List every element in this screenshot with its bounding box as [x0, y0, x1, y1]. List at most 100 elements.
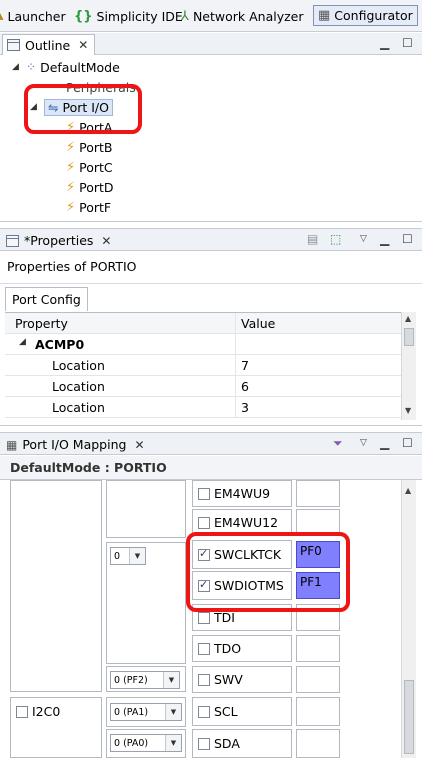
tree-item-label: PortB [79, 139, 113, 155]
properties-header: Properties of PORTIO [7, 259, 137, 274]
simplicity-ide-perspective-button[interactable]: {} Simplicity IDE [74, 6, 183, 27]
signal-label: TDI [214, 610, 235, 625]
scroll-up-icon[interactable]: ▲ [405, 314, 411, 323]
tree-item-port-a[interactable]: ⚡ PortA [66, 117, 112, 137]
property-value[interactable]: 6 [241, 379, 249, 394]
pin-view-icon[interactable]: ⬚ [330, 232, 341, 246]
signal-tdo[interactable]: TDO [198, 641, 241, 656]
chevron-down-icon[interactable]: ▼ [165, 735, 181, 751]
tree-item-port-b[interactable]: ⚡ PortB [66, 137, 113, 157]
tree-item-port-f[interactable]: ⚡ PortF [66, 197, 111, 217]
scl-checkbox[interactable] [198, 705, 210, 718]
bolt-icon: ⚡ [66, 199, 76, 215]
property-value[interactable]: 7 [241, 358, 249, 373]
column-header-property[interactable]: Property [15, 316, 68, 331]
swclktck-checkbox[interactable] [198, 547, 210, 561]
em4wu12-checkbox[interactable] [198, 516, 210, 529]
chevron-down-icon[interactable]: ▼ [165, 704, 181, 720]
peripheral-cell [10, 480, 102, 692]
swv-checkbox[interactable] [198, 673, 210, 686]
i2c0-checkbox[interactable] [16, 705, 28, 718]
configurator-label: Configurator [334, 8, 413, 23]
column-header-value[interactable]: Value [241, 316, 275, 331]
signal-label: EM4WU9 [214, 486, 271, 501]
configurator-perspective-button[interactable]: ▦ Configurator [313, 5, 418, 26]
chevron-down-icon[interactable]: ▼ [163, 672, 179, 688]
scroll-thumb[interactable] [404, 328, 414, 346]
tree-item-port-d[interactable]: ⚡ PortD [66, 177, 114, 197]
signal-scl[interactable]: SCL [198, 704, 238, 719]
em4wu9-checkbox[interactable] [198, 487, 210, 500]
column-separator [235, 334, 236, 355]
close-icon[interactable]: ✕ [134, 438, 144, 452]
network-analyzer-perspective-button[interactable]: ⅄ Network Analyzer [181, 6, 304, 27]
peripheral-i2c0[interactable]: I2C0 [16, 704, 60, 719]
filter-icon[interactable]: ▤ [307, 232, 318, 246]
outline-tab[interactable]: Outline ✕ [2, 34, 96, 55]
scl-location-select[interactable]: 0 (PA1) ▼ [110, 703, 182, 721]
table-row[interactable]: Location 6 [5, 376, 401, 397]
signal-label: SCL [214, 704, 238, 719]
group-label: ACMP0 [35, 337, 85, 352]
close-icon[interactable]: ✕ [101, 234, 111, 248]
pin-pf1[interactable]: PF1 [296, 572, 340, 599]
maximize-icon[interactable]: ☐ [402, 436, 413, 450]
scroll-down-icon[interactable]: ▼ [405, 406, 411, 415]
pin-cell [296, 729, 340, 758]
minimize-icon[interactable]: ▁ [380, 436, 389, 450]
sda-checkbox[interactable] [198, 737, 210, 750]
table-row[interactable]: Location 3 [5, 397, 401, 418]
swv-location-select[interactable]: 0 (PF2) ▼ [110, 671, 180, 689]
configurator-icon: ▦ [318, 8, 331, 23]
scroll-thumb[interactable] [404, 680, 414, 754]
mapping-scrollbar[interactable]: ▲ [401, 480, 416, 758]
tree-item-peripherals[interactable]: Peripherals [66, 77, 136, 97]
maximize-icon[interactable]: ☐ [402, 36, 413, 50]
mapping-tab[interactable]: ▦ Port I/O Mapping ✕ [2, 434, 151, 455]
swdiotms-checkbox[interactable] [198, 578, 210, 592]
expand-triangle-icon[interactable]: ◢ [12, 62, 22, 72]
launcher-label: Launcher [7, 9, 66, 24]
property-name: Location [52, 400, 105, 415]
signal-tdi[interactable]: TDI [198, 610, 235, 625]
maximize-icon[interactable]: ☐ [402, 232, 413, 246]
tree-item-selection: ⇋ Port I/O [44, 98, 113, 116]
tree-item-defaultmode[interactable]: ◢ ⁘ DefaultMode [12, 57, 120, 77]
close-icon[interactable]: ✕ [78, 38, 88, 52]
column-separator [235, 376, 236, 397]
funnel-filter-icon[interactable]: ⏷ [333, 436, 343, 451]
tree-item-port-c[interactable]: ⚡ PortC [66, 157, 113, 177]
tree-item-portio[interactable]: ◢ ⇋ Port I/O [30, 97, 113, 117]
debug-location-select[interactable]: 0 ▼ [110, 547, 146, 565]
tdi-checkbox[interactable] [198, 611, 210, 624]
signal-swclktck[interactable]: SWCLKTCK [198, 547, 281, 562]
outline-view: Outline ✕ ▁ ☐ ◢ ⁘ DefaultMode Peripheral… [0, 33, 422, 222]
signal-em4wu12[interactable]: EM4WU12 [198, 515, 278, 530]
minimize-icon[interactable]: ▁ [380, 232, 389, 246]
tree-item-label: PortF [79, 199, 112, 215]
signal-em4wu9[interactable]: EM4WU9 [198, 486, 270, 501]
expand-triangle-icon[interactable]: ◢ [19, 337, 29, 352]
tdo-checkbox[interactable] [198, 642, 210, 655]
launcher-perspective-button[interactable]: ▴ Launcher [0, 6, 66, 27]
view-menu-icon[interactable]: ▽ [360, 438, 367, 448]
sda-location-select[interactable]: 0 (PA0) ▼ [110, 734, 182, 752]
signal-swdiotms[interactable]: SWDIOTMS [198, 578, 284, 593]
minimize-icon[interactable]: ▁ [380, 36, 389, 50]
table-row[interactable]: Location 7 [5, 355, 401, 376]
view-menu-icon[interactable]: ▽ [360, 234, 367, 244]
scroll-up-icon[interactable]: ▲ [405, 486, 411, 495]
tab-port-config[interactable]: Port Config [5, 287, 88, 311]
properties-scrollbar[interactable]: ▲ ▼ [401, 312, 416, 420]
signal-sda[interactable]: SDA [198, 736, 240, 751]
signal-swv[interactable]: SWV [198, 672, 243, 687]
signal-label: SDA [214, 736, 240, 751]
property-value[interactable]: 3 [241, 400, 249, 415]
braces-icon: {} [74, 9, 93, 24]
pin-pf0[interactable]: PF0 [296, 541, 340, 568]
expand-triangle-icon[interactable]: ◢ [30, 102, 40, 112]
properties-tab[interactable]: *Properties ✕ [2, 230, 117, 251]
chevron-down-icon[interactable]: ▼ [129, 548, 145, 564]
table-row-group[interactable]: ◢ ACMP0 [5, 334, 401, 355]
bolt-icon: ⚡ [66, 179, 76, 195]
